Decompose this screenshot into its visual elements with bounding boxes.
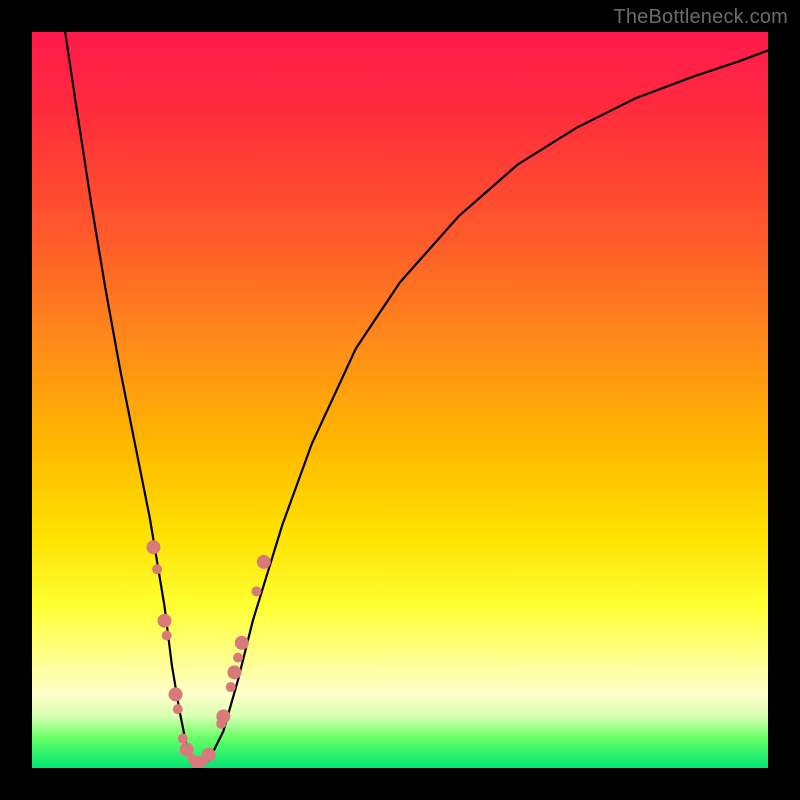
marker-point [216, 709, 230, 723]
marker-point [226, 682, 236, 692]
marker-point [152, 564, 162, 574]
marker-point [235, 636, 249, 650]
marker-point [227, 665, 241, 679]
outer-frame: TheBottleneck.com [0, 0, 800, 800]
watermark-text: TheBottleneck.com [613, 6, 788, 29]
marker-point [257, 555, 271, 569]
marker-point [146, 540, 160, 554]
marker-point [169, 687, 183, 701]
chart-svg [32, 32, 768, 768]
marker-point [162, 631, 172, 641]
marker-point [233, 653, 243, 663]
marker-point [173, 704, 183, 714]
marker-point [202, 748, 216, 762]
bottleneck-curve [65, 32, 768, 764]
marker-point [251, 586, 261, 596]
highlight-markers [146, 540, 270, 768]
plot-area [32, 32, 768, 768]
marker-point [157, 614, 171, 628]
marker-point [178, 734, 188, 744]
